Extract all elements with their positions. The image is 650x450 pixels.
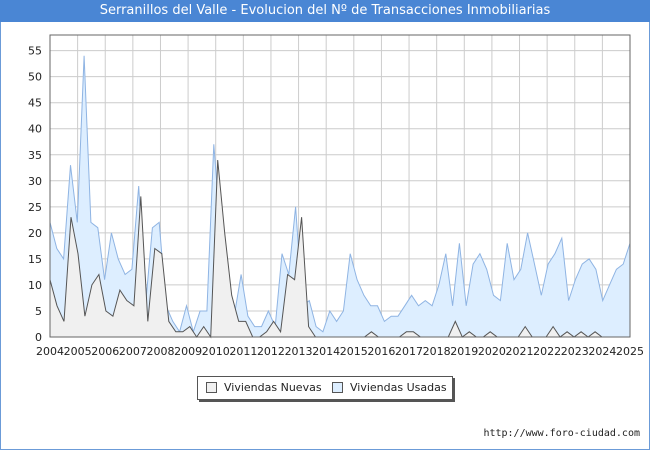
legend-label-nuevas: Viviendas Nuevas xyxy=(224,381,322,394)
x-tick-label: 2018 xyxy=(423,345,451,358)
x-tick-label: 2012 xyxy=(257,345,285,358)
y-tick-label: 0 xyxy=(35,331,42,344)
y-tick-label: 30 xyxy=(28,175,42,188)
x-tick-label: 2019 xyxy=(450,345,478,358)
x-tick-label: 2011 xyxy=(229,345,257,358)
x-tick-label: 2024 xyxy=(588,345,616,358)
legend-swatch-nuevas xyxy=(206,382,217,393)
x-tick-label: 2022 xyxy=(533,345,561,358)
y-tick-label: 5 xyxy=(35,305,42,318)
footer-url: http://www.foro-ciudad.com xyxy=(483,428,640,439)
y-tick-label: 55 xyxy=(28,45,42,58)
y-tick-label: 35 xyxy=(28,149,42,162)
x-tick-label: 2008 xyxy=(146,345,174,358)
chart-legend: Viviendas Nuevas Viviendas Usadas xyxy=(197,376,453,400)
x-tick-label: 2009 xyxy=(174,345,202,358)
x-tick-label: 2016 xyxy=(367,345,395,358)
y-tick-label: 50 xyxy=(28,71,42,84)
legend-swatch-usadas xyxy=(332,382,343,393)
legend-label-usadas: Viviendas Usadas xyxy=(350,381,447,394)
x-tick-label: 2005 xyxy=(64,345,92,358)
x-tick-label: 2021 xyxy=(506,345,534,358)
x-tick-label: 2020 xyxy=(478,345,506,358)
x-tick-label: 2014 xyxy=(312,345,340,358)
y-tick-label: 45 xyxy=(28,97,42,110)
x-tick-label: 2025 xyxy=(616,345,644,358)
legend-item-usadas: Viviendas Usadas xyxy=(332,381,447,394)
x-tick-label: 2006 xyxy=(91,345,119,358)
legend-item-nuevas: Viviendas Nuevas xyxy=(206,381,322,394)
y-tick-label: 25 xyxy=(28,201,42,214)
x-tick-label: 2007 xyxy=(119,345,147,358)
y-tick-label: 20 xyxy=(28,227,42,240)
x-tick-label: 2015 xyxy=(340,345,368,358)
x-tick-label: 2023 xyxy=(561,345,589,358)
y-tick-label: 10 xyxy=(28,279,42,292)
y-tick-label: 40 xyxy=(28,123,42,136)
x-tick-label: 2004 xyxy=(36,345,64,358)
x-tick-label: 2010 xyxy=(202,345,230,358)
x-tick-label: 2017 xyxy=(395,345,423,358)
x-tick-label: 2013 xyxy=(285,345,313,358)
y-tick-label: 15 xyxy=(28,253,42,266)
